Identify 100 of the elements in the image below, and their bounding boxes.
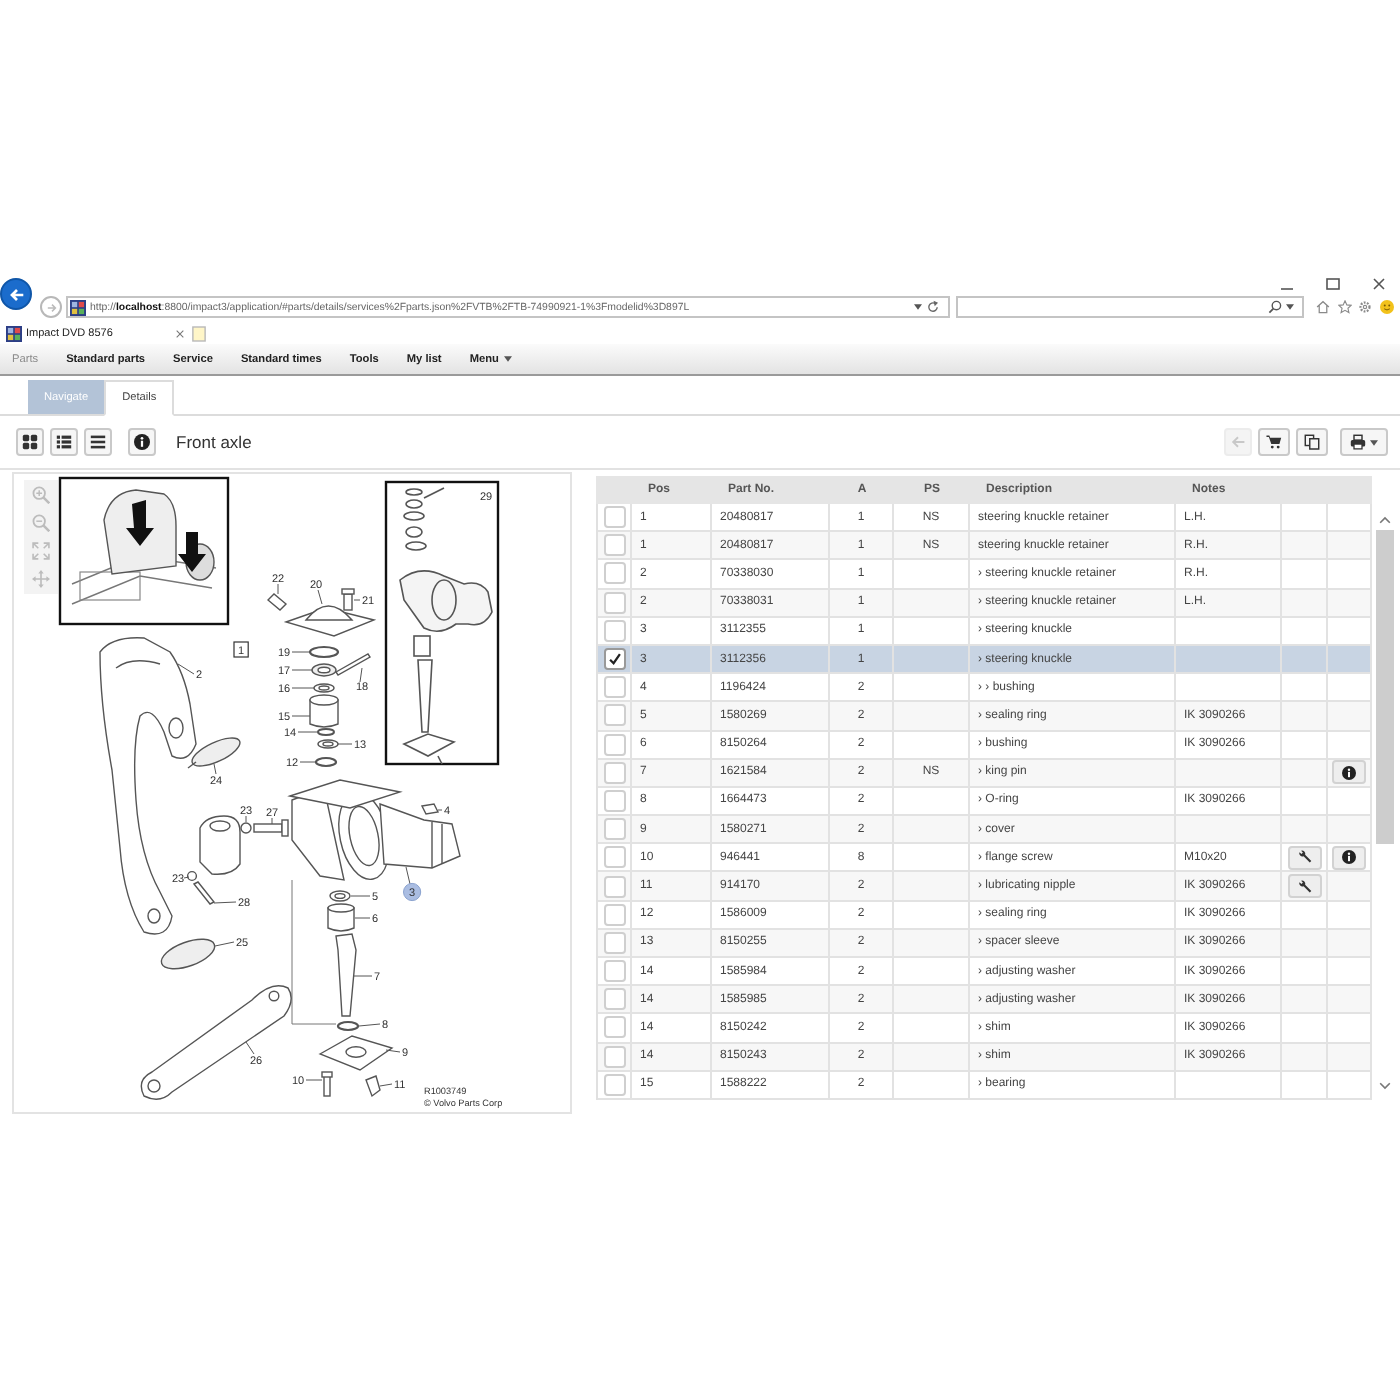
ring	[314, 756, 338, 768]
leader-line	[437, 809, 443, 811]
check-icon	[607, 652, 621, 667]
spring-bracket	[199, 815, 241, 875]
checkbox[interactable]	[603, 789, 625, 812]
info-icon	[134, 434, 150, 450]
search-icon	[1268, 300, 1282, 314]
leader-line	[291, 687, 315, 689]
info-button[interactable]	[1332, 760, 1366, 785]
bolt	[253, 819, 289, 837]
leader-line	[213, 901, 237, 904]
home-icon[interactable]	[1316, 300, 1330, 314]
bearing	[311, 663, 337, 677]
checkbox[interactable]	[603, 562, 625, 585]
table-view-button[interactable]	[84, 428, 112, 456]
grid-view-button[interactable]	[16, 428, 44, 456]
move-icon[interactable]	[32, 570, 50, 588]
checkbox[interactable]	[603, 931, 625, 954]
star-icon[interactable]	[1337, 300, 1351, 314]
info-icon	[1342, 765, 1356, 780]
lubricating-nipple	[266, 593, 288, 611]
list-icon	[90, 434, 106, 450]
print-button[interactable]	[1340, 428, 1388, 456]
leader-line	[214, 941, 235, 947]
page-title: Front axle	[176, 432, 252, 452]
caret-icon[interactable]	[914, 304, 922, 310]
leader-line	[350, 895, 371, 897]
smiley-icon[interactable]	[1379, 300, 1393, 314]
back-button[interactable]	[0, 278, 32, 310]
o-ring	[308, 645, 340, 659]
cover-plate	[318, 1035, 394, 1071]
leader-line	[353, 599, 361, 601]
maximize-icon[interactable]	[1326, 278, 1340, 290]
caret-icon[interactable]	[1286, 304, 1294, 310]
info-button[interactable]	[128, 428, 156, 456]
leader-line	[291, 669, 313, 671]
cart-icon	[1266, 434, 1282, 450]
gear-icon[interactable]	[1358, 300, 1372, 314]
list-view-button[interactable]	[50, 428, 78, 456]
arrow-right-icon	[45, 301, 57, 313]
leader-line	[353, 975, 373, 977]
leader-line	[337, 743, 353, 745]
checkbox[interactable]	[603, 761, 625, 784]
checkbox[interactable]	[603, 1045, 625, 1068]
checkbox[interactable]	[603, 846, 625, 869]
nut	[186, 870, 198, 882]
fit-screen-icon[interactable]	[32, 542, 50, 560]
scroll-thumb[interactable]	[1375, 530, 1393, 844]
forward-button[interactable]	[40, 296, 62, 318]
checkbox[interactable]	[603, 960, 625, 983]
checkbox[interactable]	[603, 704, 625, 727]
grid-view-icon	[22, 434, 38, 450]
o-ring	[336, 1020, 360, 1032]
info-icon	[1342, 850, 1356, 865]
screw	[335, 653, 371, 676]
tool-button[interactable]	[1287, 874, 1321, 899]
checkbox[interactable]	[603, 676, 625, 699]
cart-button[interactable]	[1258, 428, 1290, 456]
search-field[interactable]	[956, 296, 1304, 318]
checkbox[interactable]	[603, 1016, 625, 1039]
leader-line	[183, 876, 190, 879]
arrow-left-icon	[7, 285, 25, 303]
copy-button[interactable]	[1296, 428, 1328, 456]
lubricating-nipple	[365, 1075, 381, 1098]
leader-line	[245, 1041, 255, 1055]
checkbox[interactable]	[603, 534, 625, 557]
checkbox[interactable]	[603, 1073, 625, 1096]
leader-line	[213, 763, 217, 775]
info-button[interactable]	[1332, 845, 1366, 870]
refresh-icon[interactable]	[926, 300, 940, 314]
checkbox[interactable]	[603, 648, 625, 671]
new-tab-icon[interactable]	[192, 326, 206, 342]
close-icon[interactable]	[176, 330, 184, 338]
leader-line	[405, 866, 411, 885]
checkbox[interactable]	[603, 591, 625, 614]
zoom-out-icon[interactable]	[32, 514, 50, 532]
caret-icon	[1370, 439, 1378, 445]
checkbox[interactable]	[603, 619, 625, 642]
leader-line	[177, 663, 195, 675]
checkbox[interactable]	[603, 988, 625, 1011]
tool-button[interactable]	[1287, 845, 1321, 870]
bolt	[321, 1071, 333, 1097]
zoom-in-icon[interactable]	[32, 486, 50, 504]
checkbox[interactable]	[603, 875, 625, 898]
bolt	[192, 881, 216, 905]
leader-line	[299, 761, 317, 763]
leader-line	[291, 651, 311, 653]
leader-line	[317, 589, 323, 605]
arrow-left-icon	[1230, 434, 1246, 450]
checkbox[interactable]	[603, 733, 625, 756]
checkbox[interactable]	[603, 818, 625, 841]
nut	[240, 822, 252, 834]
app-icon	[6, 326, 22, 342]
leader-line	[358, 1023, 381, 1027]
chevron-down-icon[interactable]	[1377, 1082, 1391, 1090]
close-icon[interactable]	[1372, 278, 1386, 290]
checkbox[interactable]	[603, 903, 625, 926]
leader-line	[354, 917, 371, 919]
chevron-up-icon[interactable]	[1377, 516, 1391, 524]
checkbox[interactable]	[603, 506, 625, 529]
